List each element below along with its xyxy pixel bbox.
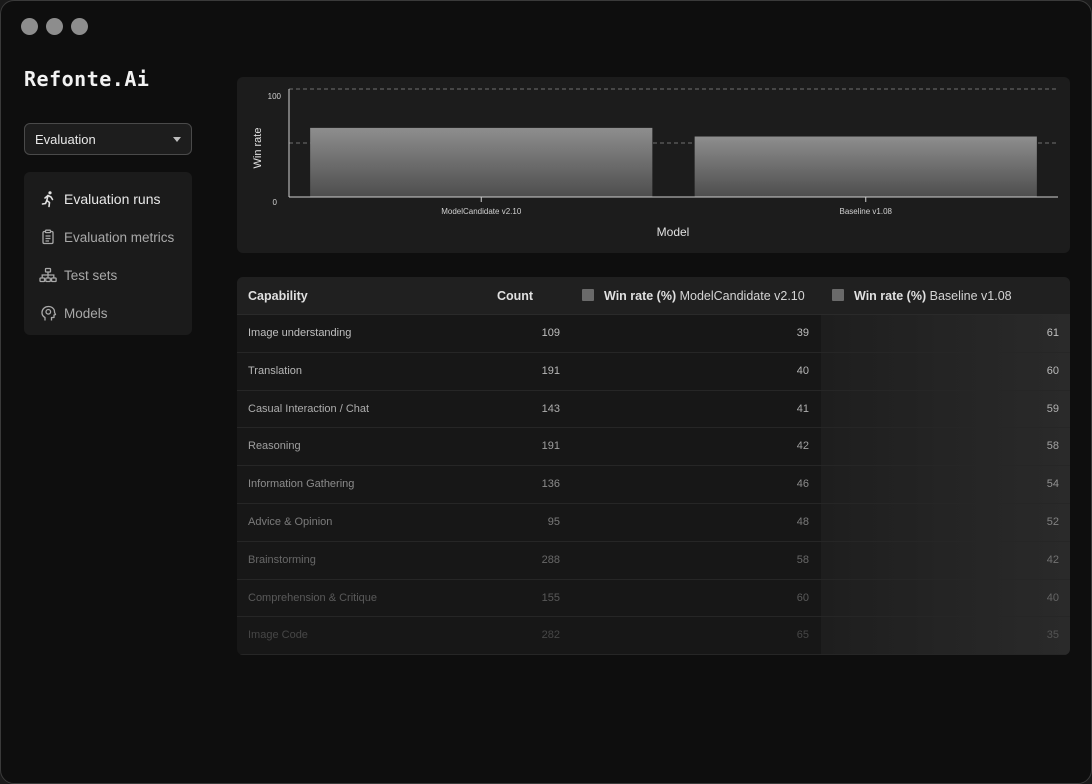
brain-head-icon — [38, 303, 58, 323]
chevron-down-icon — [173, 136, 181, 142]
capability-cell: Advice & Opinion — [248, 515, 333, 528]
hierarchy-icon — [38, 265, 58, 285]
close-window-button[interactable] — [21, 18, 38, 35]
capability-table: Capability Count Win rate (%) ModelCandi… — [237, 277, 1070, 655]
column-header-model: Baseline v1.08 — [929, 289, 1012, 303]
count-cell: 109 — [541, 327, 560, 339]
column-header-label: Capability — [248, 289, 308, 303]
capability-cell: Brainstorming — [248, 553, 316, 566]
count-cell: 143 — [541, 402, 560, 415]
table-row[interactable]: Image understanding 109 39 61 — [237, 315, 1070, 353]
candidate-winrate-cell: 46 — [796, 478, 809, 491]
sidebar-item-label: Models — [64, 305, 108, 321]
baseline-winrate-cell: 35 — [1046, 629, 1059, 642]
count-cell: 136 — [541, 478, 560, 491]
candidate-winrate-cell: 65 — [796, 629, 809, 642]
baseline-winrate-cell: 60 — [1046, 364, 1059, 377]
table-row[interactable]: Advice & Opinion 95 48 52 — [237, 504, 1070, 542]
app-logo: Refonte.Ai — [24, 67, 150, 91]
candidate-winrate-cell: 48 — [796, 515, 809, 528]
table-row[interactable]: Translation 191 40 60 — [237, 353, 1070, 391]
baseline-winrate-cell: 54 — [1046, 478, 1059, 491]
table-row[interactable]: Casual Interaction / Chat 143 41 59 — [237, 391, 1070, 429]
capability-cell: Information Gathering — [248, 478, 355, 491]
y-tick-label: 0 — [273, 198, 278, 207]
baseline-winrate-cell: 42 — [1046, 553, 1059, 566]
candidate-winrate-cell: 42 — [796, 440, 809, 453]
table-body: Image understanding 109 39 61 Translation 191… — [237, 315, 1070, 655]
candidate-winrate-cell: 40 — [796, 364, 809, 377]
legend-swatch — [832, 289, 844, 301]
window-controls — [21, 18, 88, 35]
section-select-value: Evaluation — [35, 131, 96, 147]
legend-swatch — [582, 289, 594, 301]
column-header-count[interactable]: Count — [497, 277, 533, 315]
table-row[interactable]: Image Code 282 65 35 — [237, 617, 1070, 655]
count-cell: 95 — [547, 515, 560, 528]
maximize-window-button[interactable] — [71, 18, 88, 35]
y-axis-label: Win rate — [252, 128, 264, 169]
capability-cell: Comprehension & Critique — [248, 591, 378, 604]
baseline-winrate-cell: 61 — [1046, 327, 1059, 339]
bar-chart: 100 0 Win rate ModelCandidate v2.10 Basel… — [252, 88, 1058, 239]
baseline-winrate-cell: 40 — [1046, 591, 1059, 604]
candidate-winrate-cell: 58 — [796, 553, 809, 566]
capability-cell: Translation — [248, 364, 303, 377]
candidate-winrate-cell: 60 — [796, 591, 809, 604]
column-header-model: ModelCandidate v2.10 — [679, 289, 805, 303]
table-header: Capability Count Win rate (%) ModelCandi… — [237, 277, 1070, 315]
column-header-capability[interactable]: Capability — [248, 277, 308, 315]
sidebar-nav: Evaluation runs Evaluation metrics Test … — [24, 172, 192, 335]
bar-1[interactable] — [694, 136, 1037, 197]
capability-cell: Casual Interaction / Chat — [248, 402, 370, 415]
sidebar-item-label: Evaluation metrics — [64, 229, 175, 245]
column-header-baseline[interactable]: Win rate (%) Baseline v1.08 — [832, 277, 1012, 315]
sidebar-item-label: Test sets — [64, 267, 118, 283]
table-row[interactable]: Reasoning 191 42 58 — [237, 428, 1070, 467]
sidebar-item-evaluation-metrics[interactable]: Evaluation metrics — [24, 218, 192, 256]
capability-cell: Image Code — [248, 629, 308, 642]
win-rate-chart: 100 0 Win rate ModelCandidate v2.10 Basel… — [237, 77, 1070, 253]
y-tick-label: 100 — [268, 92, 282, 101]
baseline-winrate-cell: 58 — [1046, 440, 1059, 453]
candidate-winrate-cell: 41 — [796, 402, 809, 415]
column-header-candidate[interactable]: Win rate (%) ModelCandidate v2.10 — [582, 277, 805, 315]
capability-cell: Reasoning — [248, 440, 301, 453]
clipboard-icon — [38, 227, 58, 247]
column-header-label: Win rate (%) — [854, 289, 927, 303]
candidate-winrate-cell: 39 — [796, 327, 809, 339]
sidebar-item-evaluation-runs[interactable]: Evaluation runs — [24, 180, 192, 218]
count-cell: 155 — [541, 591, 560, 604]
bar-0[interactable] — [310, 127, 653, 197]
count-cell: 288 — [541, 553, 560, 566]
baseline-winrate-cell: 52 — [1046, 515, 1059, 528]
count-cell: 191 — [541, 364, 560, 377]
minimize-window-button[interactable] — [46, 18, 63, 35]
column-header-label: Win rate (%) — [604, 289, 677, 303]
baseline-winrate-cell: 59 — [1046, 402, 1059, 415]
x-tick-label: ModelCandidate v2.10 — [441, 207, 522, 216]
capability-cell: Image understanding — [248, 327, 352, 339]
app-window: Refonte.Ai Evaluation Evaluation runs Ev… — [0, 0, 1092, 784]
section-select[interactable]: Evaluation — [24, 123, 192, 155]
table-row[interactable]: Comprehension & Critique 155 60 40 — [237, 580, 1070, 618]
sidebar-item-models[interactable]: Models — [24, 294, 192, 332]
sidebar-item-test-sets[interactable]: Test sets — [24, 256, 192, 294]
count-cell: 282 — [541, 629, 560, 642]
column-header-label: Count — [497, 289, 534, 303]
table-row[interactable]: Information Gathering 136 46 54 — [237, 466, 1070, 504]
count-cell: 191 — [541, 440, 560, 453]
running-person-icon — [38, 189, 58, 209]
x-axis-label: Model — [657, 225, 690, 239]
sidebar-item-label: Evaluation runs — [64, 191, 161, 207]
x-tick-label: Baseline v1.08 — [840, 207, 893, 216]
table-row[interactable]: Brainstorming 288 58 42 — [237, 542, 1070, 580]
